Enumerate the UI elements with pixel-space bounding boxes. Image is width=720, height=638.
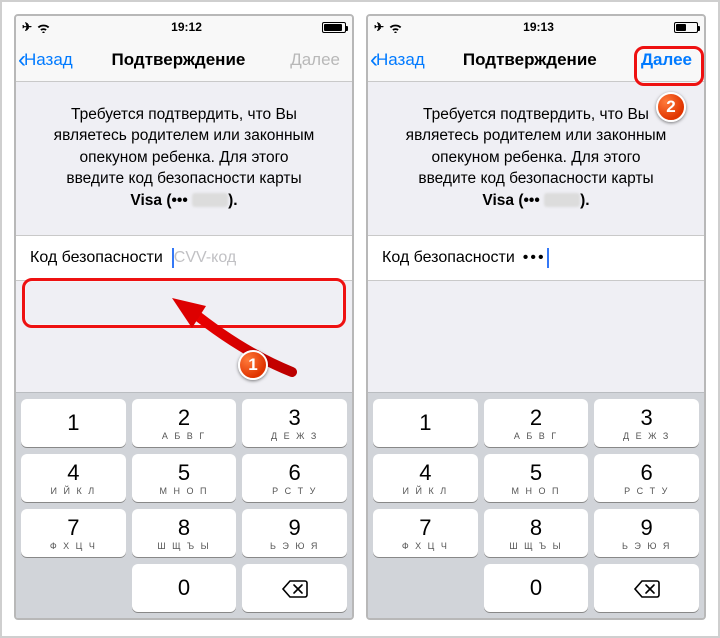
keypad-key-5[interactable]: 5М Н О П	[484, 454, 589, 502]
nav-title: Подтверждение	[463, 50, 597, 70]
keypad-key-7[interactable]: 7Ф Х Ц Ч	[373, 509, 478, 557]
back-button[interactable]: ‹ Назад	[370, 48, 425, 72]
status-time: 19:13	[523, 20, 554, 34]
redacted-digits	[192, 193, 228, 207]
keypad-key-0[interactable]: 0	[132, 564, 237, 612]
keypad-delete-key[interactable]	[242, 564, 347, 612]
wifi-icon	[36, 22, 51, 33]
keypad-key-6[interactable]: 6Р С Т У	[594, 454, 699, 502]
cvv-label: Код безопасности	[30, 249, 163, 267]
status-time: 19:12	[171, 20, 202, 34]
status-bar: ✈ 19:13	[368, 16, 704, 38]
phone-screenshot-left: ✈ 19:12 ‹ Назад Подтверждение Далее Треб…	[14, 14, 354, 620]
airplane-icon: ✈	[374, 20, 384, 34]
cvv-field-row[interactable]: Код безопасности CVV-код	[16, 235, 352, 281]
keypad-key-5[interactable]: 5М Н О П	[132, 454, 237, 502]
keypad-key-1[interactable]: 1	[21, 399, 126, 447]
nav-bar: ‹ Назад Подтверждение Далее	[368, 38, 704, 82]
keypad-blank	[373, 564, 478, 612]
cvv-field-row[interactable]: Код безопасности •••	[368, 235, 704, 281]
keypad-key-8[interactable]: 8Ш Щ Ъ Ы	[484, 509, 589, 557]
redacted-digits	[544, 193, 580, 207]
keypad-key-7[interactable]: 7Ф Х Ц Ч	[21, 509, 126, 557]
cvv-input[interactable]: •••	[523, 248, 690, 268]
keypad-key-0[interactable]: 0	[484, 564, 589, 612]
phone-screenshot-right: ✈ 19:13 ‹ Назад Подтверждение Далее Треб…	[366, 14, 706, 620]
keypad-key-2[interactable]: 2А Б В Г	[132, 399, 237, 447]
status-bar: ✈ 19:12	[16, 16, 352, 38]
wifi-icon	[388, 22, 403, 33]
airplane-icon: ✈	[22, 20, 32, 34]
instruction-text: Требуется подтвердить, что Вы являетесь …	[368, 82, 704, 229]
back-button[interactable]: ‹ Назад	[18, 48, 73, 72]
next-button[interactable]: Далее	[635, 46, 698, 74]
keypad-key-6[interactable]: 6Р С Т У	[242, 454, 347, 502]
keypad-key-4[interactable]: 4И Й К Л	[21, 454, 126, 502]
keypad-key-1[interactable]: 1	[373, 399, 478, 447]
keypad-key-4[interactable]: 4И Й К Л	[373, 454, 478, 502]
keypad-blank	[21, 564, 126, 612]
keypad-delete-key[interactable]	[594, 564, 699, 612]
keypad-key-8[interactable]: 8Ш Щ Ъ Ы	[132, 509, 237, 557]
keypad-key-3[interactable]: 3Д Е Ж З	[242, 399, 347, 447]
battery-icon	[674, 22, 698, 33]
cvv-input[interactable]: CVV-код	[171, 248, 338, 268]
numeric-keypad: 12А Б В Г3Д Е Ж З 4И Й К Л5М Н О П6Р С Т …	[16, 392, 352, 618]
nav-bar: ‹ Назад Подтверждение Далее	[16, 38, 352, 82]
keypad-key-2[interactable]: 2А Б В Г	[484, 399, 589, 447]
keypad-key-9[interactable]: 9Ь Э Ю Я	[242, 509, 347, 557]
nav-title: Подтверждение	[112, 50, 246, 70]
instruction-text: Требуется подтвердить, что Вы являетесь …	[16, 82, 352, 229]
back-label: Назад	[24, 50, 73, 70]
next-button[interactable]: Далее	[284, 46, 346, 74]
battery-icon	[322, 22, 346, 33]
keypad-key-3[interactable]: 3Д Е Ж З	[594, 399, 699, 447]
keypad-key-9[interactable]: 9Ь Э Ю Я	[594, 509, 699, 557]
back-label: Назад	[376, 50, 425, 70]
numeric-keypad: 12А Б В Г3Д Е Ж З 4И Й К Л5М Н О П6Р С Т …	[368, 392, 704, 618]
cvv-label: Код безопасности	[382, 249, 515, 267]
